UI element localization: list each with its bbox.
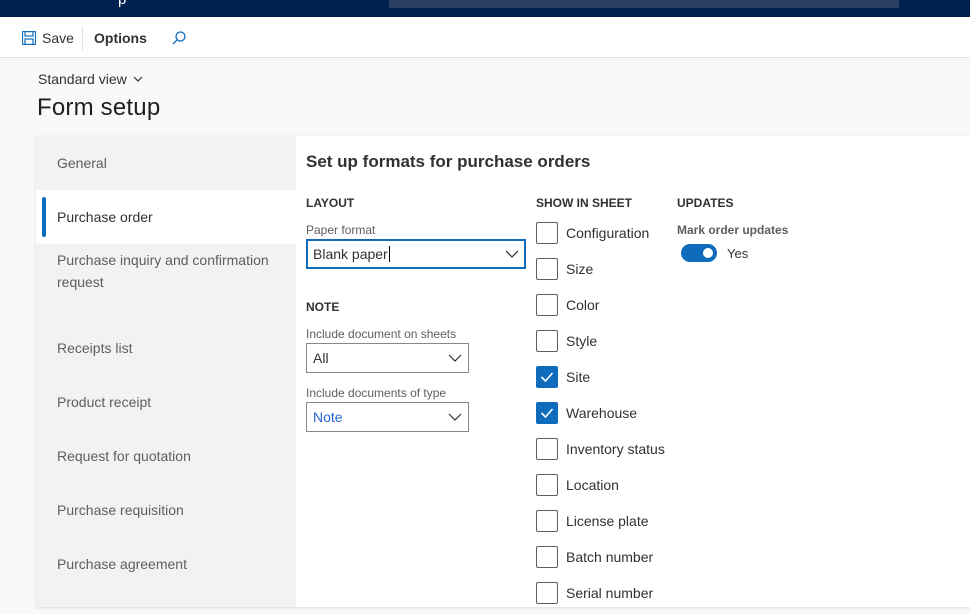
view-selector[interactable]: Standard view [38, 71, 143, 87]
include-type-label: Include documents of type [306, 386, 447, 400]
checkbox[interactable] [536, 510, 558, 532]
checkbox[interactable] [536, 330, 558, 352]
tab-general[interactable]: General [36, 136, 296, 190]
chevron-down-icon [448, 413, 462, 421]
checkbox[interactable] [536, 294, 558, 316]
mark-order-updates-label: Mark order updates [677, 223, 789, 237]
checkbox-row-configuration[interactable]: Configuration [536, 221, 649, 245]
chevron-down-icon [505, 250, 519, 258]
include-doc-value: All [313, 350, 329, 366]
checkbox-label: Serial number [566, 585, 654, 601]
updates-header: UPDATES [677, 196, 734, 210]
checkbox[interactable] [536, 582, 558, 604]
paper-format-dropdown[interactable]: Blank paper [306, 239, 526, 269]
checkbox-label: Color [566, 297, 600, 313]
checkbox[interactable] [536, 546, 558, 568]
checkbox-row-site[interactable]: Site [536, 365, 590, 389]
paper-format-value: Blank paper [313, 246, 388, 262]
include-type-value: Note [313, 409, 343, 425]
action-search-button[interactable] [171, 17, 187, 58]
tab-purchase-order[interactable]: Purchase order [36, 190, 296, 244]
page-title: Form setup [37, 94, 161, 121]
checkbox[interactable] [536, 258, 558, 280]
section-title: Set up formats for purchase orders [306, 152, 591, 171]
save-label: Save [42, 29, 74, 46]
view-selector-label: Standard view [38, 71, 127, 87]
checkbox[interactable] [536, 474, 558, 496]
checkbox-row-batch-number[interactable]: Batch number [536, 545, 653, 569]
tab-purchase-requisition[interactable]: Purchase requisition [36, 483, 296, 537]
checkmark-icon [540, 372, 554, 383]
checkbox-label: Location [566, 477, 619, 493]
checkbox-label: Configuration [566, 225, 650, 241]
checkbox-row-warehouse[interactable]: Warehouse [536, 401, 637, 425]
checkbox-row-serial-number[interactable]: Serial number [536, 581, 653, 605]
checkbox[interactable] [536, 366, 558, 388]
note-header: NOTE [306, 300, 340, 314]
checkmark-icon [540, 408, 554, 419]
tab-purchase-agreement[interactable]: Purchase agreement [36, 537, 296, 591]
chevron-down-icon [448, 354, 462, 362]
checkbox-label: Inventory status [566, 441, 665, 457]
include-type-dropdown[interactable]: Note [306, 402, 469, 432]
checkbox-row-size[interactable]: Size [536, 257, 593, 281]
toggle-value: Yes [727, 245, 749, 261]
checkbox-row-style[interactable]: Style [536, 329, 597, 353]
action-bar: Save Options [0, 17, 970, 58]
checkbox-label: Size [566, 261, 594, 277]
form-panel: General Purchase order Purchase inquiry … [36, 136, 970, 607]
chevron-down-icon [133, 76, 143, 82]
save-button[interactable]: Save [22, 17, 74, 58]
vertical-tab-list: General Purchase order Purchase inquiry … [36, 136, 296, 607]
tab-product-receipt[interactable]: Product receipt [36, 375, 296, 429]
mark-order-updates-toggle[interactable]: Yes [681, 244, 748, 262]
layout-header: LAYOUT [306, 196, 355, 210]
checkbox[interactable] [536, 402, 558, 424]
tab-content: Set up formats for purchase orders LAYOU… [296, 136, 970, 607]
checkbox-label: Warehouse [566, 405, 638, 421]
search-icon [172, 30, 186, 44]
checkbox-label: License plate [566, 513, 649, 529]
checkbox[interactable] [536, 438, 558, 460]
checkbox-row-color[interactable]: Color [536, 293, 599, 317]
paper-format-label: Paper format [306, 223, 376, 237]
checkbox-row-license-plate[interactable]: License plate [536, 509, 649, 533]
options-button[interactable]: Options [94, 17, 147, 58]
checkbox-row-location[interactable]: Location [536, 473, 619, 497]
text-caret [388, 246, 390, 262]
toggle-switch[interactable] [681, 244, 717, 262]
checkbox-label: Style [566, 333, 598, 349]
save-icon [22, 30, 36, 45]
include-doc-label: Include document on sheets [306, 327, 457, 341]
checkbox-label: Site [566, 369, 591, 385]
tab-purchase-inquiry[interactable]: Purchase inquiry and confirmation reques… [36, 244, 296, 298]
action-bar-divider [82, 26, 83, 50]
app-title-fragment: p [118, 0, 126, 8]
checkbox-row-inventory-status[interactable]: Inventory status [536, 437, 665, 461]
tab-request-for-quotation[interactable]: Request for quotation [36, 429, 296, 483]
top-navigation-bar: p [0, 0, 970, 17]
tab-receipts-list[interactable]: Receipts list [36, 321, 296, 375]
checkbox[interactable] [536, 222, 558, 244]
checkbox-label: Batch number [566, 549, 654, 565]
include-doc-dropdown[interactable]: All [306, 343, 469, 373]
toggle-knob [703, 248, 713, 258]
show-in-sheet-header: SHOW IN SHEET [536, 196, 633, 210]
global-search-bar[interactable] [389, 0, 899, 8]
